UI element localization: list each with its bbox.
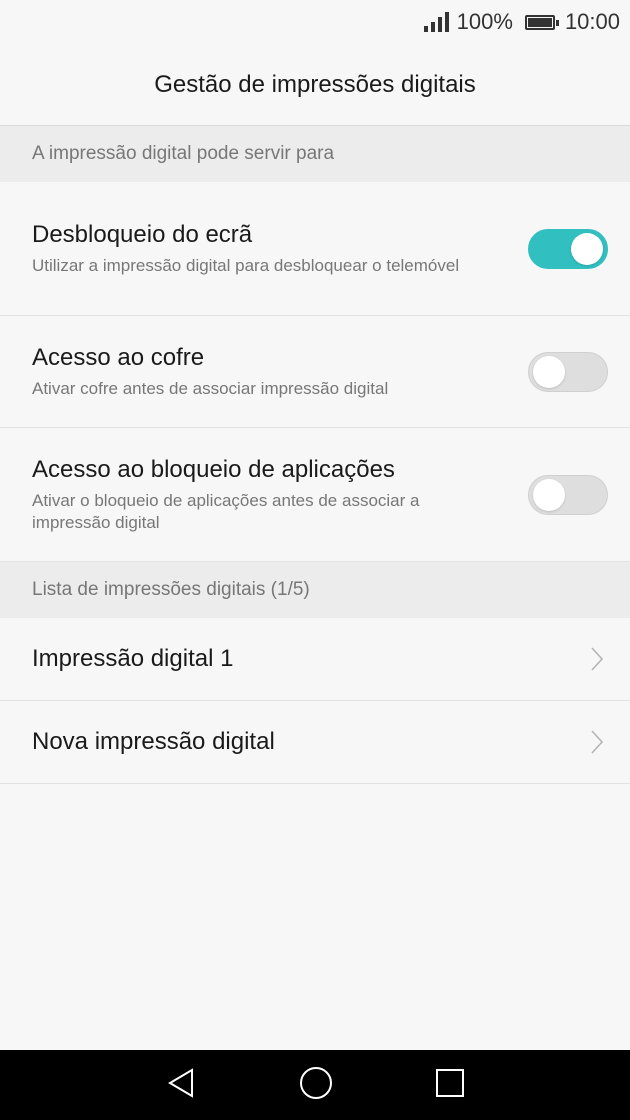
app-lock-access-toggle[interactable]	[528, 474, 608, 515]
safe-access-toggle[interactable]	[528, 351, 608, 392]
recents-icon[interactable]	[434, 1067, 466, 1104]
setting-title: Desbloqueio do ecrã	[32, 220, 253, 248]
setting-text: Acesso ao bloqueio de aplicações Ativar …	[32, 456, 482, 534]
setting-subtitle: Ativar o bloqueio de aplicações antes de…	[32, 490, 420, 532]
setting-title: Acesso ao cofre	[32, 343, 205, 371]
chevron-right-icon	[590, 729, 604, 755]
status-bar: 100% 10:00	[0, 0, 630, 44]
setting-title: Acesso ao bloqueio de aplicações	[32, 455, 395, 483]
toggle-knob	[533, 355, 565, 388]
setting-subtitle: Ativar cofre antes de associar impressão…	[32, 378, 389, 398]
clock: 10:00	[564, 9, 620, 34]
battery-percentage: 100%	[456, 9, 513, 34]
battery-icon	[524, 14, 559, 30]
setting-row-safe-access[interactable]: Acesso ao cofre Ativar cofre antes de as…	[0, 316, 630, 428]
section-header-uses: A impressão digital pode servir para	[0, 126, 630, 182]
list-item-label: Impressão digital 1	[32, 645, 234, 672]
setting-text: Desbloqueio do ecrã Utilizar a impressão…	[32, 221, 459, 277]
home-icon[interactable]	[298, 1065, 334, 1106]
setting-text: Acesso ao cofre Ativar cofre antes de as…	[32, 344, 388, 400]
back-icon[interactable]	[164, 1066, 198, 1105]
chevron-right-icon	[590, 646, 604, 672]
fingerprint-1-item[interactable]: Impressão digital 1	[0, 618, 630, 701]
screen-unlock-toggle[interactable]	[528, 228, 608, 269]
signal-icon	[423, 12, 449, 32]
page-title: Gestão de impressões digitais	[0, 44, 630, 126]
setting-row-app-lock-access[interactable]: Acesso ao bloqueio de aplicações Ativar …	[0, 428, 630, 562]
setting-row-screen-unlock[interactable]: Desbloqueio do ecrã Utilizar a impressão…	[0, 182, 630, 316]
list-item-label: Nova impressão digital	[32, 728, 275, 755]
setting-subtitle: Utilizar a impressão digital para desblo…	[32, 255, 460, 275]
section-header-fingerprint-list: Lista de impressões digitais (1/5)	[0, 562, 630, 618]
system-navigation-bar	[0, 1050, 630, 1120]
toggle-knob	[533, 478, 565, 511]
new-fingerprint-item[interactable]: Nova impressão digital	[0, 701, 630, 784]
toggle-knob	[571, 232, 603, 265]
